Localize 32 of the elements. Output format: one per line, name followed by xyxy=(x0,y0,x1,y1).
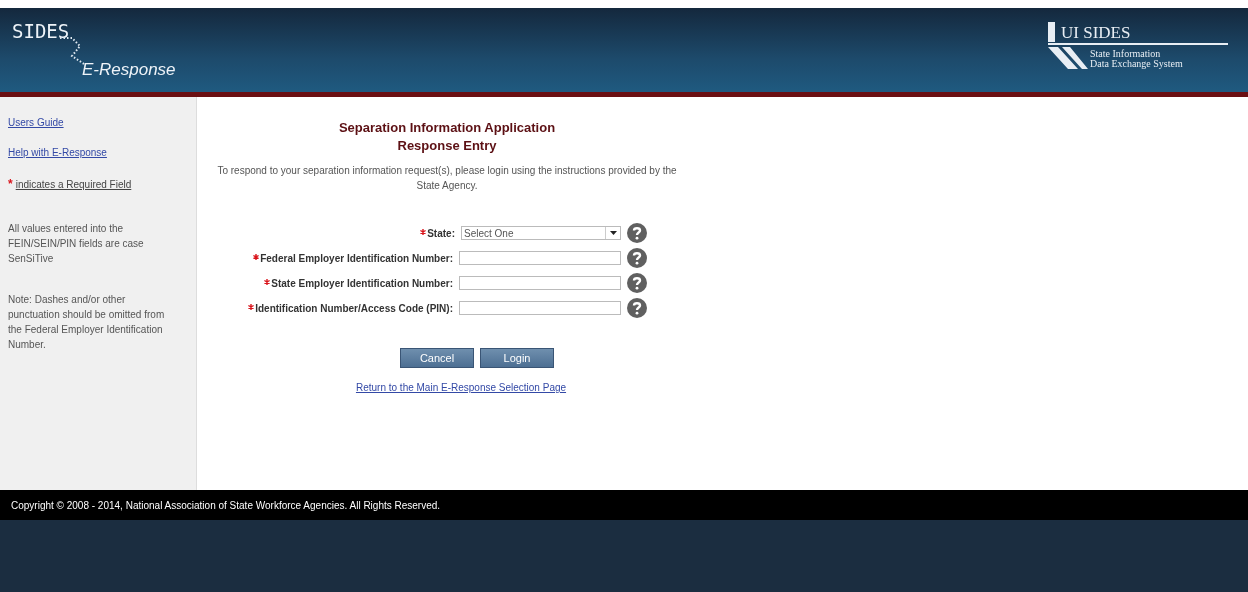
intro-text: To respond to your separation information request(s), please login using the instructions provided by the State Agency. xyxy=(216,164,678,193)
input-field[interactable] xyxy=(459,251,621,265)
help-icon[interactable] xyxy=(627,248,647,268)
caret-icon xyxy=(609,231,617,235)
page-subtitle: Response Entry xyxy=(397,137,497,155)
partner-logo-subtitle: State Information xyxy=(1090,49,1162,59)
stripes-icon xyxy=(1048,47,1088,69)
help-icon[interactable] xyxy=(627,223,647,243)
sidebar-link[interactable]: Help with E-Response xyxy=(8,147,107,158)
required-mark-label: * xyxy=(8,177,13,191)
copyright-text: Copyright © 2008 - 2014, National Association of State Workforce Agencies. All Rights Reserved. xyxy=(11,499,441,511)
return-link[interactable]: Return to the Main E-Response Selection Page xyxy=(355,382,567,393)
input-field[interactable] xyxy=(459,301,621,315)
field-label: State Employer Identification Number: xyxy=(271,277,453,289)
form-button[interactable]: Login xyxy=(480,348,554,368)
partner-logo-subtitle: Data Exchange System xyxy=(1090,59,1183,69)
help-icon[interactable] xyxy=(627,298,647,318)
partner-logo-title: UI SIDES xyxy=(1061,24,1131,42)
logo-subtitle: E-Response xyxy=(82,60,176,80)
sidebar-note: Note: Dashes and/or other punctuation should be omitted from the Federal Employer Identification Number. xyxy=(8,293,166,352)
logo-title: SIDES xyxy=(12,20,70,42)
sidebar-link[interactable]: Users Guide xyxy=(8,117,64,128)
page-title: Separation Information Application xyxy=(338,119,556,137)
form-button[interactable]: Cancel xyxy=(400,348,474,368)
help-icon[interactable] xyxy=(627,273,647,293)
input-field[interactable] xyxy=(459,276,621,290)
field-label: State: xyxy=(427,227,455,239)
sidebar-note: All values entered into the FEIN/SEIN/PIN fields are case SenSiTive xyxy=(8,222,145,266)
required-note: indicates a Required Field xyxy=(15,179,132,190)
state-dropdown[interactable]: Select One xyxy=(461,226,621,240)
field-label: Identification Number/Access Code (PIN): xyxy=(255,302,453,314)
field-label: Federal Employer Identification Number: xyxy=(260,252,453,264)
